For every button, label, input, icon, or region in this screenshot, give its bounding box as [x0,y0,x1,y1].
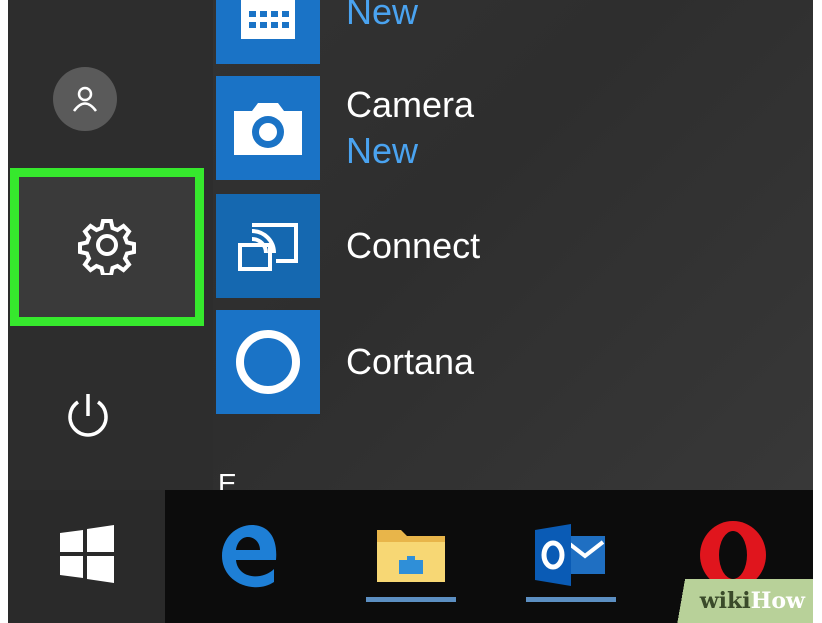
app-name: Camera [346,84,475,125]
app-name: Cortana [346,341,475,382]
start-button[interactable] [8,490,165,623]
app-name: Connect [346,225,481,266]
calendar-icon [216,0,320,64]
start-menu-screen: New Camera New Connect Cortana E wiki Ho… [8,0,813,623]
running-indicator [526,597,616,602]
section-letter-header[interactable]: E [218,470,237,490]
wikihow-watermark: wiki How [663,579,813,623]
new-badge: New [346,0,419,32]
camera-icon [216,76,320,180]
running-indicator [366,597,456,602]
file-explorer-icon [373,522,449,593]
app-item-cortana[interactable]: Cortana [216,310,776,414]
outlook-icon [533,520,609,595]
outlook-taskbar-button[interactable] [526,512,616,602]
app-item-connect[interactable]: Connect [216,194,776,298]
edge-icon [214,520,284,595]
app-item-camera[interactable]: Camera New [216,76,776,180]
gear-icon [77,215,137,280]
cortana-icon [216,310,320,414]
power-icon [62,390,114,447]
edge-taskbar-button[interactable] [204,512,294,602]
start-menu-left-rail [8,0,213,490]
app-item-calendar[interactable]: New [216,0,776,64]
user-account-button[interactable] [50,64,120,134]
taskbar: wiki How [8,490,813,623]
power-button[interactable] [56,386,120,450]
new-badge: New [346,130,419,171]
connect-icon [216,194,320,298]
windows-logo-icon [58,525,116,588]
settings-button[interactable] [10,168,204,326]
file-explorer-taskbar-button[interactable] [366,512,456,602]
user-icon [53,67,117,131]
